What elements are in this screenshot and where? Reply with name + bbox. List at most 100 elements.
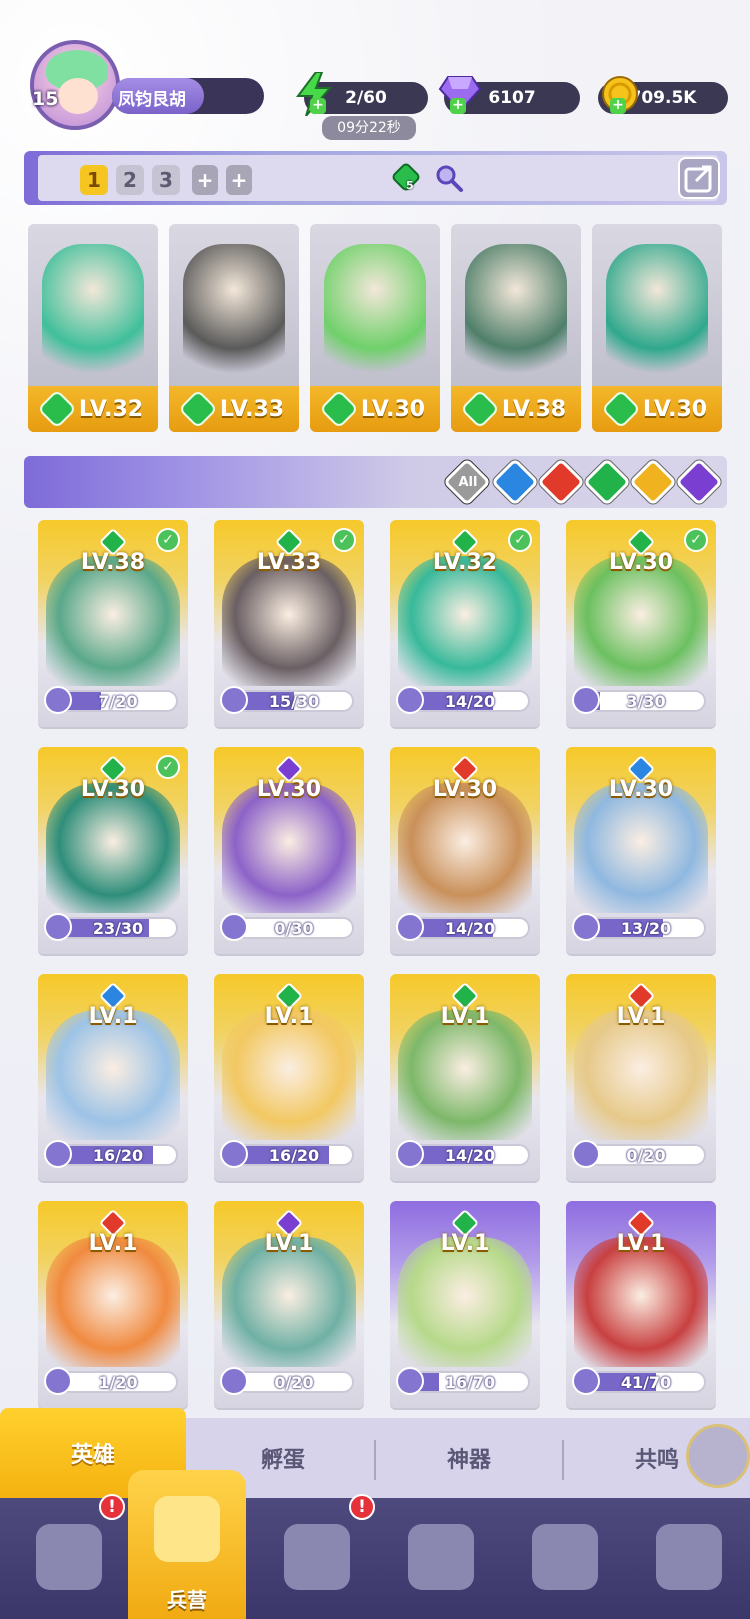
lineup-hero-card[interactable]: LV.32 bbox=[28, 224, 158, 432]
wind-element-icon bbox=[37, 389, 77, 429]
hero-card[interactable]: ✓ LV.32 14/20 bbox=[390, 520, 540, 727]
lineup-hero-card[interactable]: LV.33 bbox=[169, 224, 299, 432]
helmet-icon bbox=[154, 1496, 220, 1562]
shard-count: 14/20 bbox=[444, 1146, 496, 1165]
shard-progress-bar: 16/20 bbox=[58, 1144, 178, 1166]
team-select-bar: 1 2 3 + + 5 bbox=[24, 151, 727, 205]
hero-portrait bbox=[398, 556, 532, 686]
filter-all-label: All bbox=[458, 475, 478, 490]
alert-badge: ! bbox=[349, 1494, 375, 1520]
element-count: 5 bbox=[406, 179, 414, 192]
shard-icon bbox=[44, 686, 72, 714]
nav-barracks[interactable]: 兵营 bbox=[128, 1470, 246, 1619]
hero-portrait bbox=[574, 556, 708, 686]
hero-card[interactable]: LV.1 0/20 bbox=[566, 974, 716, 1181]
shield-icon bbox=[656, 1524, 722, 1590]
team-tab-2[interactable]: 2 bbox=[116, 165, 144, 195]
floating-action-ring[interactable] bbox=[686, 1424, 750, 1488]
sub-tab-bar: 英雄 孵蛋 神器 共鸣 bbox=[0, 1408, 750, 1498]
hero-level: LV.32 bbox=[432, 550, 498, 575]
team-bar-inner: 1 2 3 + + 5 bbox=[38, 155, 718, 201]
tab-artifacts[interactable]: 神器 bbox=[376, 1418, 562, 1498]
hero-portrait bbox=[46, 1237, 180, 1367]
hero-card[interactable]: LV.1 16/70 bbox=[390, 1201, 540, 1408]
hero-card[interactable]: LV.30 0/30 bbox=[214, 747, 364, 954]
shard-count: 16/70 bbox=[444, 1373, 496, 1392]
shard-progress-bar: 3/30 bbox=[586, 690, 706, 712]
hero-portrait bbox=[222, 1010, 356, 1140]
lineup-hero-card[interactable]: LV.38 bbox=[451, 224, 581, 432]
search-icon[interactable] bbox=[434, 163, 464, 193]
hero-level-strip: LV.30 bbox=[592, 386, 722, 432]
gem-plus-button[interactable]: + bbox=[450, 98, 466, 114]
hero-card[interactable]: LV.1 16/20 bbox=[214, 974, 364, 1181]
hero-card[interactable]: LV.30 13/20 bbox=[566, 747, 716, 954]
hero-level-strip: LV.30 bbox=[310, 386, 440, 432]
team-add-button-1[interactable]: + bbox=[192, 165, 218, 195]
team-tab-3[interactable]: 3 bbox=[152, 165, 180, 195]
shard-icon bbox=[220, 686, 248, 714]
team-add-button-2[interactable]: + bbox=[226, 165, 252, 195]
lineup-hero-card[interactable]: LV.30 bbox=[592, 224, 722, 432]
player-avatar[interactable] bbox=[30, 40, 120, 130]
hero-portrait bbox=[183, 244, 285, 374]
player-name-pill: 凤钧艮胡 bbox=[112, 78, 204, 114]
hero-card[interactable]: LV.1 41/70 bbox=[566, 1201, 716, 1408]
team-tab-1[interactable]: 1 bbox=[80, 165, 108, 195]
hero-card[interactable]: LV.30 14/20 bbox=[390, 747, 540, 954]
gold-plus-button[interactable]: + bbox=[610, 98, 626, 114]
shard-progress-bar: 23/30 bbox=[58, 917, 178, 939]
shard-count: 23/30 bbox=[92, 919, 144, 938]
hero-card[interactable]: ✓ LV.30 23/30 bbox=[38, 747, 188, 954]
shard-progress-bar: 14/20 bbox=[410, 1144, 530, 1166]
shard-icon bbox=[220, 913, 248, 941]
hero-portrait bbox=[398, 1010, 532, 1140]
hero-level: LV.1 bbox=[616, 1231, 666, 1256]
hero-card[interactable]: LV.1 1/20 bbox=[38, 1201, 188, 1408]
hero-level: LV.30 bbox=[608, 550, 674, 575]
hero-card[interactable]: LV.1 0/20 bbox=[214, 1201, 364, 1408]
hero-portrait bbox=[574, 1237, 708, 1367]
hero-card[interactable]: LV.1 14/20 bbox=[390, 974, 540, 1181]
hero-portrait bbox=[465, 244, 567, 374]
wind-element-icon bbox=[178, 389, 218, 429]
nav-cards[interactable] bbox=[14, 1512, 124, 1608]
shard-count: 0/20 bbox=[626, 1146, 666, 1165]
hero-portrait bbox=[324, 244, 426, 374]
hero-portrait bbox=[222, 783, 356, 913]
energy-plus-button[interactable]: + bbox=[310, 98, 326, 114]
shard-count: 14/20 bbox=[444, 919, 496, 938]
hero-portrait bbox=[606, 244, 708, 374]
hero-level: LV.38 bbox=[501, 396, 567, 422]
hero-card[interactable]: ✓ LV.38 7/20 bbox=[38, 520, 188, 727]
nav-mushroom[interactable] bbox=[510, 1512, 620, 1608]
in-team-check-icon: ✓ bbox=[508, 528, 532, 552]
in-team-check-icon: ✓ bbox=[156, 755, 180, 779]
shard-progress-bar: 14/20 bbox=[410, 917, 530, 939]
nav-map[interactable] bbox=[262, 1512, 372, 1608]
avatar-face bbox=[58, 78, 98, 114]
hero-card[interactable]: ✓ LV.30 3/30 bbox=[566, 520, 716, 727]
hero-level: LV.1 bbox=[440, 1231, 490, 1256]
share-icon bbox=[684, 165, 712, 193]
hero-portrait bbox=[574, 783, 708, 913]
share-button[interactable] bbox=[678, 157, 720, 199]
lineup-hero-card[interactable]: LV.30 bbox=[310, 224, 440, 432]
shard-count: 16/20 bbox=[268, 1146, 320, 1165]
hero-level: LV.1 bbox=[264, 1004, 314, 1029]
shard-progress-bar: 0/20 bbox=[234, 1371, 354, 1393]
shard-icon bbox=[396, 1367, 424, 1395]
shard-progress-bar: 0/30 bbox=[234, 917, 354, 939]
shard-icon bbox=[220, 1140, 248, 1168]
player-level: 15 bbox=[32, 88, 59, 110]
nav-guild[interactable] bbox=[634, 1512, 744, 1608]
hero-level: LV.1 bbox=[88, 1004, 138, 1029]
hero-card[interactable]: LV.1 16/20 bbox=[38, 974, 188, 1181]
hero-level-strip: LV.38 bbox=[451, 386, 581, 432]
nav-castle[interactable] bbox=[386, 1512, 496, 1608]
shard-count: 1/20 bbox=[98, 1373, 138, 1392]
shard-count: 3/30 bbox=[626, 692, 666, 711]
shard-progress-bar: 15/30 bbox=[234, 690, 354, 712]
hero-card[interactable]: ✓ LV.33 15/30 bbox=[214, 520, 364, 727]
shard-icon bbox=[44, 1367, 72, 1395]
